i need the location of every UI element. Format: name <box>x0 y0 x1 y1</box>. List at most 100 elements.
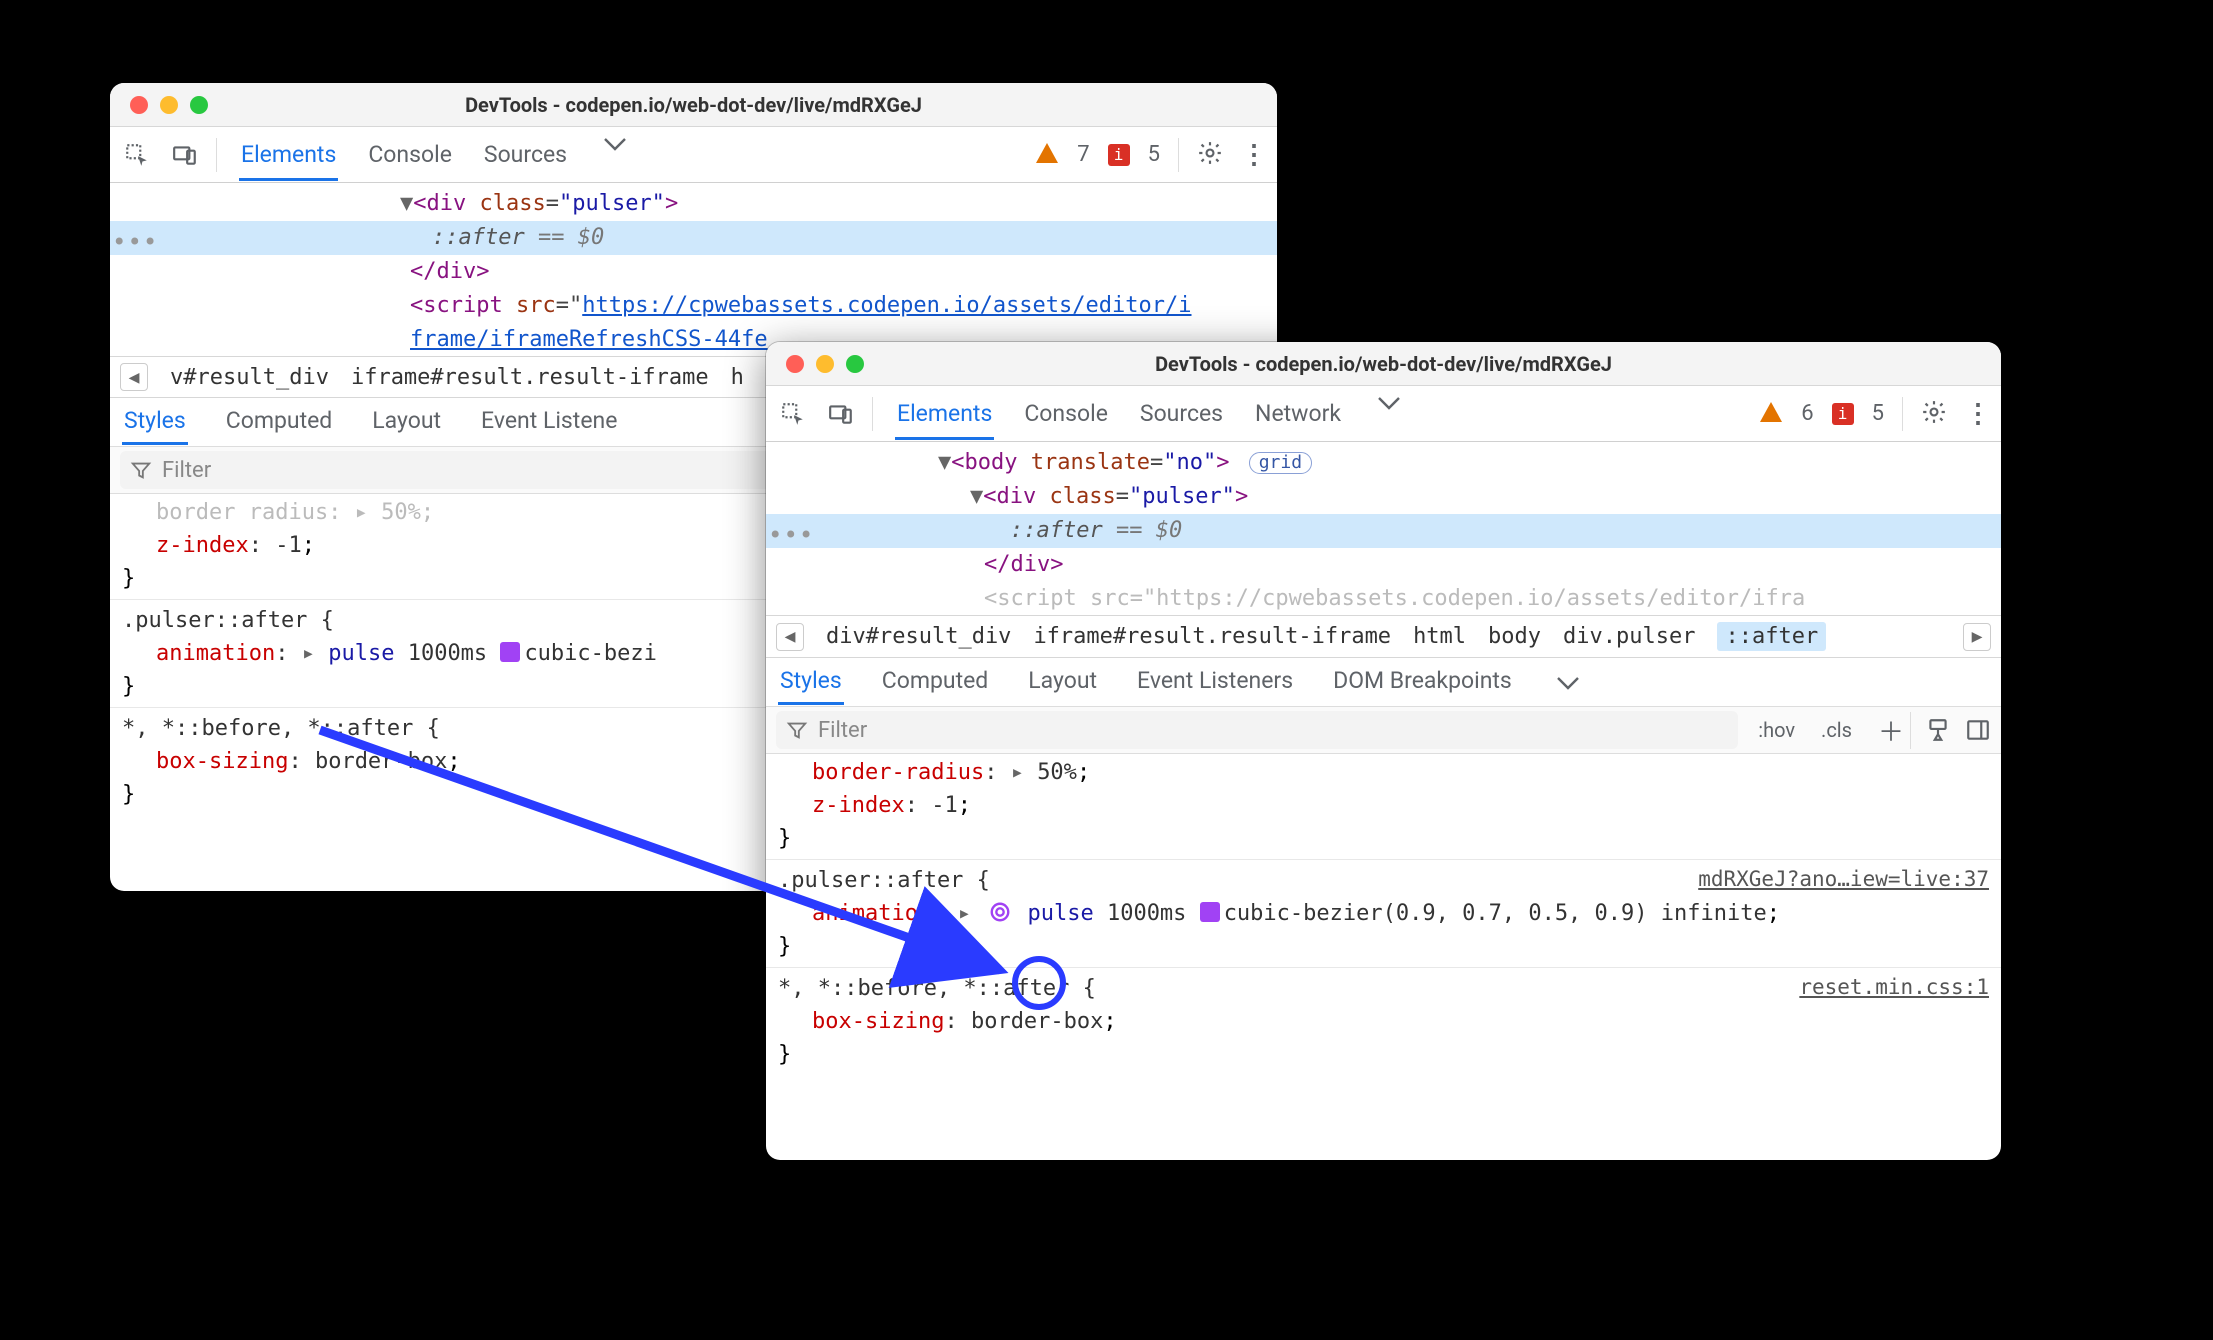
warnings-icon[interactable] <box>1035 142 1059 168</box>
window-title: DevTools - codepen.io/web-dot-dev/live/m… <box>766 352 2001 376</box>
device-toolbar-icon[interactable] <box>168 138 202 172</box>
gutter-menu-icon[interactable]: ••• <box>768 518 814 553</box>
bezier-swatch-icon[interactable] <box>1200 902 1220 922</box>
dom-open-div[interactable]: <div <box>983 484 1049 509</box>
zoom-window-button[interactable] <box>846 355 864 373</box>
settings-gear-icon[interactable] <box>1921 399 1947 429</box>
subtab-layout[interactable]: Layout <box>370 399 443 445</box>
tabs-overflow-icon[interactable] <box>1371 388 1407 440</box>
breadcrumb-item[interactable]: html <box>1413 624 1466 649</box>
animation-name-link[interactable]: pulse <box>1027 901 1093 926</box>
rule-selector-pulser-after[interactable]: .pulser::after { <box>778 868 990 893</box>
tab-console[interactable]: Console <box>366 129 454 181</box>
warnings-icon[interactable] <box>1759 401 1783 427</box>
dom-selected-after[interactable]: ••• ::after == $0 <box>766 514 2001 548</box>
subtab-layout[interactable]: Layout <box>1026 659 1099 705</box>
shorthand-expand-icon[interactable]: ▸ <box>1011 760 1038 785</box>
styles-format-icon[interactable] <box>1925 717 1951 743</box>
inspect-element-icon[interactable] <box>120 138 154 172</box>
errors-count: 5 <box>1148 142 1160 167</box>
dom-selected-after[interactable]: ••• ::after == $0 <box>110 221 1277 255</box>
subtab-computed[interactable]: Computed <box>224 399 335 445</box>
breadcrumb-next-icon[interactable]: ▶ <box>1963 623 1991 651</box>
filter-placeholder: Filter <box>162 458 211 483</box>
breadcrumb-item[interactable]: v#result_div <box>170 365 329 390</box>
zoom-window-button[interactable] <box>190 96 208 114</box>
rule-selector-pulser-after[interactable]: .pulser::after { <box>122 608 334 633</box>
subtab-styles[interactable]: Styles <box>778 659 844 705</box>
dom-close-div[interactable]: </div> <box>984 552 1063 577</box>
tab-console[interactable]: Console <box>1022 388 1110 440</box>
dom-open-body[interactable]: <body <box>951 450 1030 475</box>
breadcrumb-item[interactable]: div#result_div <box>826 624 1011 649</box>
tab-sources[interactable]: Sources <box>482 129 569 181</box>
titlebar[interactable]: DevTools - codepen.io/web-dot-dev/live/m… <box>110 83 1277 127</box>
inspect-element-icon[interactable] <box>776 397 810 431</box>
dom-script-url-cont[interactable]: frame/iframeRefreshCSS-44fe <box>410 327 768 352</box>
rule-selector-universal[interactable]: *, *::before, *::after { <box>778 976 1096 1001</box>
grid-badge[interactable]: grid <box>1249 452 1312 474</box>
dom-script-tag[interactable]: <script <box>410 293 516 318</box>
rule-source-link[interactable]: mdRXGeJ?ano…iew=live:37 <box>1698 864 1989 896</box>
more-menu-icon[interactable]: ⋮ <box>1965 399 1991 429</box>
computed-panel-toggle-icon[interactable] <box>1965 717 1991 743</box>
close-window-button[interactable] <box>130 96 148 114</box>
tab-network[interactable]: Network <box>1253 388 1343 440</box>
close-window-button[interactable] <box>786 355 804 373</box>
breadcrumb-prev-icon[interactable]: ◀ <box>120 363 148 391</box>
breadcrumb-item[interactable]: iframe#result.result-iframe <box>1033 624 1391 649</box>
subtabs-overflow-icon[interactable] <box>1550 668 1586 696</box>
new-style-rule-button[interactable]: ＋ <box>1872 712 1911 749</box>
animation-name-link[interactable]: pulse <box>328 641 394 666</box>
breadcrumb-selected[interactable]: ::after <box>1717 622 1826 651</box>
subtab-dom-breakpoints[interactable]: DOM Breakpoints <box>1331 659 1514 705</box>
dom-open-div[interactable]: <div <box>413 191 479 216</box>
window-controls <box>766 355 864 373</box>
dom-tree[interactable]: ▼<div class="pulser"> ••• ::after == $0 … <box>110 183 1277 356</box>
dom-script-url[interactable]: https://cpwebassets.codepen.io/assets/ed… <box>582 293 1191 318</box>
bezier-swatch-icon[interactable] <box>500 642 520 662</box>
breadcrumb-item[interactable]: div.pulser <box>1563 624 1695 649</box>
tab-elements[interactable]: Elements <box>895 388 994 440</box>
dom-breadcrumb[interactable]: ◀ div#result_div iframe#result.result-if… <box>766 615 2001 658</box>
minimize-window-button[interactable] <box>160 96 178 114</box>
window-controls <box>110 96 208 114</box>
shorthand-expand-icon[interactable]: ▸ <box>302 641 315 666</box>
breadcrumb-item-trunc[interactable]: h <box>731 365 744 390</box>
rule-source-link[interactable]: reset.min.css:1 <box>1799 972 1989 1004</box>
minimize-window-button[interactable] <box>816 355 834 373</box>
errors-icon[interactable]: i <box>1108 144 1130 166</box>
dom-script-cut: <script src="https://cpwebassets.codepen… <box>984 586 1805 611</box>
gutter-menu-icon[interactable]: ••• <box>112 225 158 260</box>
more-menu-icon[interactable]: ⋮ <box>1241 140 1267 170</box>
dom-close-div[interactable]: </div> <box>410 259 489 284</box>
subtab-event-listeners[interactable]: Event Listeners <box>1135 659 1295 705</box>
filter-placeholder: Filter <box>818 718 867 743</box>
styles-subtabs: Styles Computed Layout Event Listeners D… <box>766 658 2001 706</box>
tab-elements[interactable]: Elements <box>239 129 338 181</box>
tab-sources[interactable]: Sources <box>1138 388 1225 440</box>
breadcrumb-prev-icon[interactable]: ◀ <box>776 623 804 651</box>
breadcrumb-item[interactable]: body <box>1488 624 1541 649</box>
subtab-event-listeners[interactable]: Event Listene <box>479 399 619 445</box>
breadcrumb-item[interactable]: iframe#result.result-iframe <box>351 365 709 390</box>
settings-gear-icon[interactable] <box>1197 140 1223 170</box>
dom-tree[interactable]: ▼<body translate="no"> grid ▼<div class=… <box>766 442 2001 615</box>
panel-tabs: Elements Console Sources Network <box>895 388 1407 440</box>
shorthand-expand-icon[interactable]: ▸ <box>958 901 971 926</box>
warnings-count: 7 <box>1077 142 1089 167</box>
device-toolbar-icon[interactable] <box>824 397 858 431</box>
styles-filter-input[interactable]: Filter <box>776 711 1738 749</box>
animation-inspector-icon[interactable] <box>988 900 1012 924</box>
cls-button[interactable]: .cls <box>1815 718 1858 742</box>
tabs-overflow-icon[interactable] <box>597 129 633 181</box>
warnings-count: 6 <box>1801 401 1813 426</box>
rule-selector-universal[interactable]: *, *::before, *::after { <box>122 716 440 741</box>
titlebar[interactable]: DevTools - codepen.io/web-dot-dev/live/m… <box>766 342 2001 386</box>
hov-button[interactable]: :hov <box>1752 718 1801 742</box>
subtab-styles[interactable]: Styles <box>122 399 188 445</box>
styles-pane[interactable]: border-radius: ▸ 50%; z-index: -1; } mdR… <box>766 754 2001 1079</box>
subtab-computed[interactable]: Computed <box>880 659 991 705</box>
errors-icon[interactable]: i <box>1832 403 1854 425</box>
devtools-toolbar: Elements Console Sources 7 i 5 ⋮ <box>110 127 1277 183</box>
